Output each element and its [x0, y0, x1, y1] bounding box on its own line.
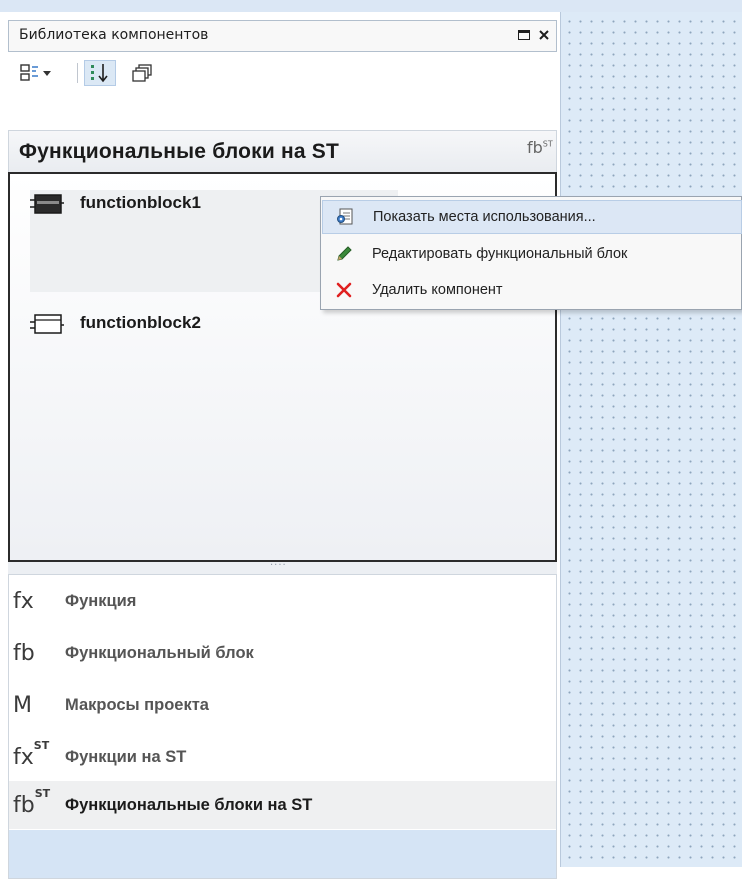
function-block-icon [30, 314, 64, 334]
sort-order-icon [91, 64, 108, 83]
category-label: Функциональный блок [65, 643, 254, 662]
view-mode-dropdown-button[interactable] [18, 60, 58, 86]
fx-icon: fx [13, 588, 34, 614]
component-library-panel: Библиотека компонентов Функциональные бл… [0, 12, 561, 879]
category-label: Функция [65, 591, 137, 610]
toolbar-separator [77, 63, 78, 83]
category-item-st-functions[interactable]: fxST Функции на ST [9, 733, 556, 781]
panel-title: Библиотека компонентов [19, 27, 209, 43]
find-usages-icon [323, 208, 367, 226]
context-menu: Показать места использования... Редактир… [320, 196, 742, 310]
maximize-icon[interactable] [515, 26, 533, 44]
list-view-dropdown-icon [20, 64, 51, 81]
category-item-project-macros[interactable]: M Макросы проекта [9, 681, 556, 729]
category-list-footer [9, 830, 556, 878]
fx-st-icon: fxST [13, 739, 50, 770]
section-title: Функциональные блоки на ST [19, 140, 340, 163]
category-list: fx Функция fb Функциональный блок M Макр… [8, 574, 557, 879]
fb-st-icon: fbST [527, 138, 553, 157]
window-top-strip [0, 0, 742, 12]
red-x-delete-icon [322, 281, 366, 299]
close-icon[interactable] [535, 26, 553, 44]
fb-st-icon: fbST [13, 787, 51, 818]
menu-item-label: Редактировать функциональный блок [372, 246, 628, 262]
category-item-st-function-blocks[interactable]: fbST Функциональные блоки на ST [9, 781, 556, 829]
copy-layers-icon [132, 64, 152, 82]
menu-item-show-usages[interactable]: Показать места использования... [322, 200, 742, 234]
function-block-icon [30, 194, 64, 214]
section-title-bar: Функциональные блоки на ST fbST [8, 130, 557, 172]
panel-header: Библиотека компонентов [8, 20, 557, 52]
category-item-function[interactable]: fx Функция [9, 577, 556, 625]
pencil-icon [322, 245, 366, 263]
macro-m-icon: M [13, 692, 32, 718]
component-name: functionblock1 [80, 193, 201, 212]
fb-icon: fb [13, 640, 35, 666]
menu-item-delete-component[interactable]: Удалить компонент [322, 273, 742, 307]
menu-item-label: Показать места использования... [373, 209, 596, 225]
sort-button[interactable] [84, 60, 116, 86]
category-item-function-block[interactable]: fb Функциональный блок [9, 629, 556, 677]
component-name: functionblock2 [80, 313, 201, 332]
panel-splitter[interactable]: ···· [8, 560, 557, 574]
menu-item-edit-function-block[interactable]: Редактировать функциональный блок [322, 237, 742, 271]
category-label: Макросы проекта [65, 695, 209, 714]
splitter-grip-icon: ···· [270, 560, 287, 571]
design-canvas[interactable] [561, 12, 742, 867]
category-label: Функциональные блоки на ST [65, 795, 313, 814]
category-label: Функции на ST [65, 747, 187, 766]
component-item-functionblock2[interactable]: functionblock2 [30, 310, 398, 350]
group-button[interactable] [128, 60, 158, 86]
menu-item-label: Удалить компонент [372, 282, 503, 298]
library-toolbar [8, 52, 557, 96]
